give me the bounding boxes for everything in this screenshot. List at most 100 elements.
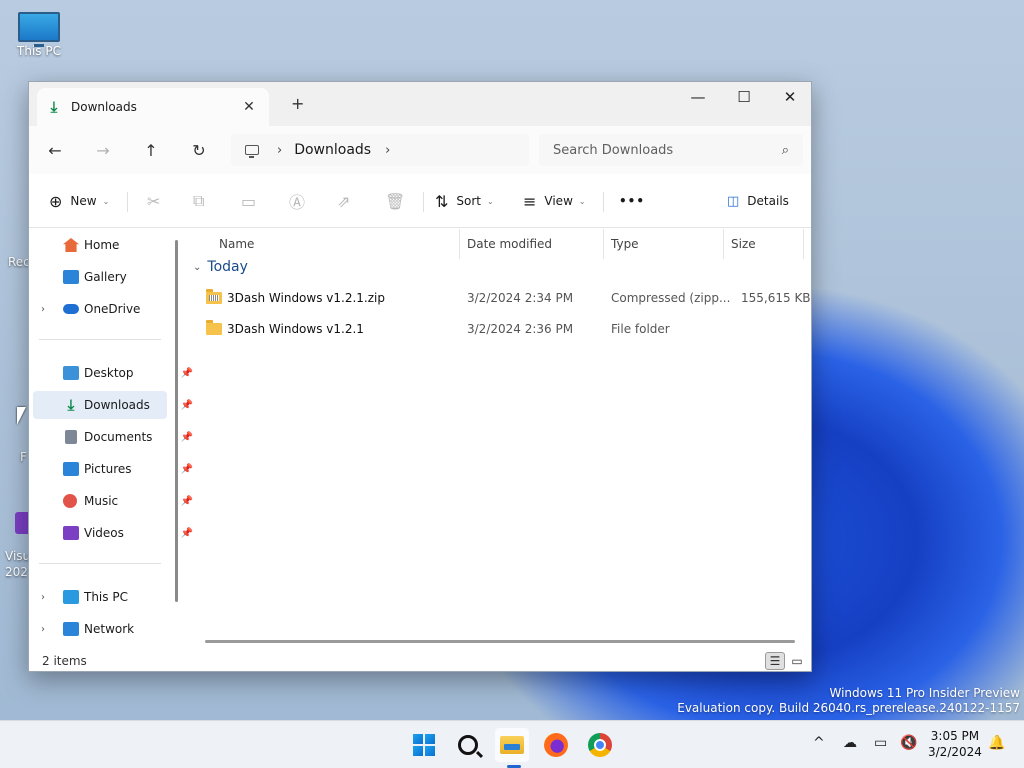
sort-label: Sort bbox=[456, 194, 482, 208]
refresh-button[interactable]: ↻ bbox=[187, 138, 211, 162]
start-button[interactable] bbox=[407, 728, 441, 762]
close-window-button[interactable]: ✕ bbox=[767, 82, 811, 112]
taskbar-search-button[interactable] bbox=[451, 728, 485, 762]
file-size: 155,615 KB bbox=[741, 291, 811, 305]
title-bar: ⤓ Downloads ✕ + — ☐ ✕ bbox=[29, 82, 811, 126]
navigation-pane: Home Gallery › OneDrive Desktop 📌 ⤓ Down… bbox=[29, 229, 193, 649]
sidebar-item-label: Music bbox=[84, 494, 119, 508]
column-header-name[interactable]: Name bbox=[219, 229, 254, 259]
tiles-view-button[interactable]: ▭ bbox=[787, 652, 807, 670]
column-header-type[interactable]: Type bbox=[611, 229, 639, 259]
share-button[interactable]: ⇗ bbox=[337, 188, 358, 214]
onedrive-icon bbox=[63, 304, 79, 314]
details-view-button[interactable]: ☰ bbox=[765, 652, 785, 670]
chrome-taskbar-button[interactable] bbox=[583, 728, 617, 762]
sidebar-item-music[interactable]: Music 📌 bbox=[33, 487, 193, 515]
breadcrumb-separator[interactable]: › bbox=[277, 143, 282, 158]
view-button[interactable]: ≡ View ⌄ bbox=[523, 188, 586, 214]
sidebar-item-network[interactable]: › Network bbox=[33, 615, 167, 643]
close-tab-button[interactable]: ✕ bbox=[239, 99, 259, 115]
sidebar-item-videos[interactable]: Videos 📌 bbox=[33, 519, 193, 547]
copy-icon: ⧉ bbox=[193, 191, 205, 210]
more-options-button[interactable]: ••• bbox=[619, 188, 645, 214]
table-row[interactable]: 3Dash Windows v1.2.1 3/2/2024 2:36 PM Fi… bbox=[201, 315, 801, 343]
desktop-icon bbox=[63, 366, 79, 380]
chevron-right-icon[interactable]: › bbox=[41, 304, 45, 315]
details-label: Details bbox=[747, 194, 789, 208]
system-clock[interactable]: 3:05 PM 3/2/2024 bbox=[928, 728, 982, 760]
download-icon: ⤓ bbox=[67, 396, 75, 414]
show-hidden-icons-button[interactable]: ^ bbox=[813, 735, 825, 751]
sidebar-item-label: Downloads bbox=[84, 398, 150, 412]
desktop-icon-shortcut[interactable]: F bbox=[20, 450, 27, 464]
evaluation-watermark: Windows 11 Pro Insider Preview Evaluatio… bbox=[677, 686, 1020, 716]
home-icon bbox=[63, 238, 79, 252]
sidebar-item-label: OneDrive bbox=[84, 302, 141, 316]
sort-button[interactable]: ⇅ Sort ⌄ bbox=[435, 188, 494, 214]
breadcrumb-separator[interactable]: › bbox=[385, 143, 390, 158]
desktop-icon-recycle-bin[interactable]: Rec bbox=[8, 255, 30, 269]
file-date: 3/2/2024 2:34 PM bbox=[467, 291, 574, 305]
view-icon: ≡ bbox=[523, 191, 537, 211]
paste-icon: ▭ bbox=[241, 191, 257, 211]
minimize-button[interactable]: — bbox=[675, 82, 721, 112]
sidebar-item-home[interactable]: Home bbox=[33, 231, 167, 259]
new-tab-button[interactable]: + bbox=[291, 94, 304, 113]
firefox-taskbar-button[interactable] bbox=[539, 728, 573, 762]
list-view-icon: ☰ bbox=[769, 654, 781, 668]
sidebar-item-desktop[interactable]: Desktop 📌 bbox=[33, 359, 193, 387]
back-button[interactable]: ← bbox=[43, 138, 67, 162]
sidebar-item-this-pc[interactable]: › This PC bbox=[33, 583, 167, 611]
divider bbox=[39, 563, 161, 564]
music-icon bbox=[63, 494, 77, 508]
table-row[interactable]: 3Dash Windows v1.2.1.zip 3/2/2024 2:34 P… bbox=[201, 284, 811, 312]
divider bbox=[423, 192, 424, 212]
delete-button[interactable]: 🗑 bbox=[385, 188, 413, 214]
up-button[interactable]: ↑ bbox=[139, 138, 163, 162]
column-header-date-modified[interactable]: Date modified bbox=[467, 229, 552, 259]
file-explorer-taskbar-button[interactable] bbox=[495, 728, 529, 762]
rename-button[interactable]: Ⓐ bbox=[289, 188, 313, 214]
pictures-icon bbox=[63, 462, 79, 476]
desktop-icon-this-pc[interactable]: This PC bbox=[7, 2, 71, 58]
sidebar-item-label: Pictures bbox=[84, 462, 132, 476]
horizontal-scrollbar[interactable] bbox=[205, 640, 795, 643]
network-status-icon[interactable]: ▭ bbox=[874, 735, 887, 751]
download-icon: ⤓ bbox=[50, 98, 58, 116]
sidebar-item-onedrive[interactable]: › OneDrive bbox=[33, 295, 167, 323]
watermark-line: Windows 11 Pro Insider Preview bbox=[829, 686, 1020, 700]
file-explorer-icon bbox=[500, 736, 524, 754]
divider bbox=[127, 192, 128, 212]
chevron-down-icon: ⌄ bbox=[193, 261, 202, 273]
column-header-size[interactable]: Size bbox=[731, 229, 756, 259]
sidebar-item-pictures[interactable]: Pictures 📌 bbox=[33, 455, 193, 483]
sidebar-scrollbar[interactable] bbox=[175, 240, 178, 602]
search-input[interactable] bbox=[553, 142, 782, 158]
breadcrumb-downloads[interactable]: Downloads bbox=[294, 142, 371, 158]
maximize-button[interactable]: ☐ bbox=[721, 82, 767, 112]
volume-muted-icon[interactable]: 🔇 bbox=[900, 735, 917, 751]
tiles-view-icon: ▭ bbox=[791, 654, 803, 668]
tab-downloads[interactable]: ⤓ Downloads ✕ bbox=[37, 88, 269, 126]
new-button[interactable]: ⊕ New ⌄ bbox=[49, 188, 109, 214]
details-pane-button[interactable]: ◫ Details bbox=[727, 188, 789, 214]
group-header-today[interactable]: ⌄ Today bbox=[193, 259, 248, 275]
chevron-right-icon[interactable]: › bbox=[41, 624, 45, 635]
sidebar-item-label: Videos bbox=[84, 526, 124, 540]
paste-button[interactable]: ▭ bbox=[241, 188, 264, 214]
desktop-icon-label: Rec bbox=[8, 255, 30, 269]
file-type: File folder bbox=[611, 322, 670, 336]
divider bbox=[803, 229, 804, 259]
cut-button[interactable]: ✂ bbox=[147, 188, 168, 214]
copy-button[interactable]: ⧉ bbox=[193, 188, 212, 214]
sidebar-item-downloads[interactable]: ⤓ Downloads 📌 bbox=[33, 391, 193, 419]
sidebar-item-gallery[interactable]: Gallery bbox=[33, 263, 167, 291]
search-box[interactable]: ⌕ bbox=[539, 134, 803, 166]
notifications-bell-icon[interactable]: 🔔 bbox=[988, 735, 1005, 751]
forward-button[interactable]: → bbox=[91, 138, 115, 162]
sidebar-item-documents[interactable]: Documents 📌 bbox=[33, 423, 193, 451]
chevron-right-icon[interactable]: › bbox=[41, 592, 45, 603]
address-bar[interactable]: › Downloads › bbox=[231, 134, 529, 166]
trash-icon: 🗑 bbox=[385, 191, 406, 211]
cloud-offline-icon[interactable]: ☁ bbox=[843, 735, 857, 751]
